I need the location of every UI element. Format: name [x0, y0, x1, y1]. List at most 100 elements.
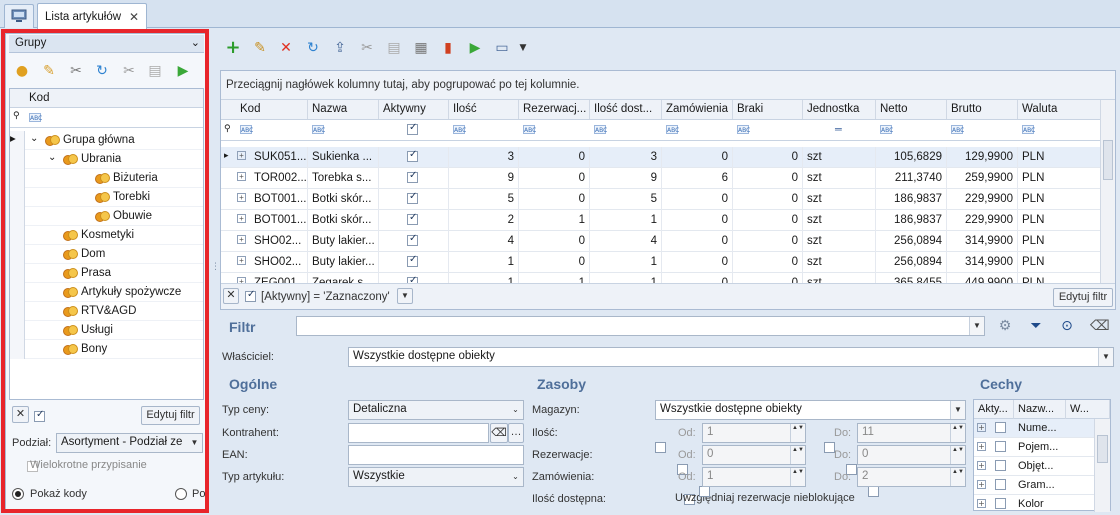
tree-node[interactable]: Dom [10, 245, 203, 264]
tree-node[interactable]: RTV&AGD [10, 302, 203, 321]
active-checkbox[interactable] [407, 212, 418, 225]
column-header[interactable]: Nazwa [308, 100, 379, 119]
cechy-row[interactable]: + Objęt... [974, 457, 1094, 476]
splitter-handle[interactable]: ⋮ [211, 263, 220, 279]
cechy-active-checkbox[interactable] [995, 441, 1006, 452]
range-from-input[interactable]: 1 ▲▼ [702, 423, 806, 443]
spinner-icon[interactable]: ▲▼ [790, 446, 805, 464]
expand-row-icon[interactable]: + [237, 172, 246, 181]
chevron-down-icon[interactable]: ⌄ [30, 133, 38, 144]
spinner-icon[interactable]: ▲▼ [950, 468, 965, 486]
ean-input[interactable] [348, 445, 524, 465]
table-row[interactable]: +BOT001...Botki skór...50500szt186,98372… [221, 189, 1101, 210]
kontrahent-input[interactable] [348, 423, 489, 443]
range-to-input[interactable]: 2 ▲▼ [857, 467, 966, 487]
expand-row-icon[interactable]: + [977, 423, 986, 432]
tree-node[interactable]: Biżuteria [10, 169, 203, 188]
column-header[interactable]: Ilość [449, 100, 519, 119]
table-row[interactable]: +TOR002...Torebka s...90960szt211,374025… [221, 168, 1101, 189]
wlasciciel-select[interactable]: Wszystkie dostępne obiekty ▼ [348, 347, 1114, 367]
pokaz-nazwy-radio[interactable] [175, 488, 187, 500]
paste-icon[interactable]: ▤ [146, 62, 164, 80]
column-header[interactable]: Zamówienia [662, 100, 733, 119]
expand-row-icon[interactable]: + [977, 499, 986, 508]
edit-group-icon[interactable]: ✎ [40, 62, 58, 80]
range-from-input[interactable]: 1 ▲▼ [702, 467, 806, 487]
tab-lista-artykulow[interactable]: Lista artykułów ✕ [37, 3, 147, 29]
expand-row-icon[interactable]: + [237, 151, 246, 160]
tree-node[interactable]: Bony [10, 340, 203, 359]
column-header[interactable]: Ilość dost... [590, 100, 662, 119]
typ-ceny-select[interactable]: Detaliczna ⌄ [348, 400, 524, 420]
vertical-scrollbar[interactable] [1100, 100, 1115, 283]
clear-filter-button[interactable]: ✕ [223, 288, 239, 304]
delete-icon[interactable]: ✕ [277, 39, 295, 57]
range-to-input[interactable]: 11 ▲▼ [857, 423, 966, 443]
chevron-down-icon[interactable]: ▼ [514, 39, 532, 57]
text-filter-icon[interactable]: ABC [737, 125, 750, 134]
equals-icon[interactable]: ═ [835, 123, 842, 136]
tree-node[interactable]: Kosmetyki [10, 226, 203, 245]
column-header[interactable]: Netto [876, 100, 947, 119]
cechy-column-header[interactable]: Akty... [974, 400, 1014, 419]
export-icon[interactable]: ⇪ [331, 39, 349, 57]
active-checkbox[interactable] [407, 233, 418, 246]
cut-icon[interactable]: ✂ [120, 62, 138, 80]
paste-icon[interactable]: ▤ [385, 39, 403, 57]
text-filter-icon[interactable]: ABC [453, 125, 466, 134]
refresh-icon[interactable]: ↻ [304, 39, 322, 57]
expand-row-icon[interactable]: + [237, 193, 246, 202]
cechy-column-header[interactable]: W... [1066, 400, 1110, 419]
cechy-active-checkbox[interactable] [995, 479, 1006, 490]
tree-node[interactable]: ▸ ⌄ Grupa główna [10, 131, 203, 150]
add-group-icon[interactable]: ● [13, 62, 31, 80]
groups-header[interactable]: Grupy ⌄ [9, 35, 204, 53]
gear-icon[interactable]: ⚙ [996, 317, 1014, 335]
column-header[interactable]: Brutto [947, 100, 1018, 119]
cechy-active-checkbox[interactable] [995, 498, 1006, 509]
close-icon[interactable]: ✕ [129, 10, 139, 24]
active-checkbox[interactable] [407, 254, 418, 267]
tree-node[interactable]: Obuwie [10, 207, 203, 226]
tree-node[interactable]: Usługi [10, 321, 203, 340]
range-from-checkbox[interactable] [655, 441, 666, 453]
text-filter-icon[interactable]: ABC [312, 125, 325, 134]
tree-node[interactable]: Artykuły spożywcze [10, 283, 203, 302]
funnel-icon[interactable]: ⏷ [1027, 317, 1045, 335]
add-icon[interactable]: + [224, 39, 242, 57]
tree-node[interactable]: ⌄ Ubrania [10, 150, 203, 169]
edit-filter-button[interactable]: Edytuj filtr [141, 406, 200, 425]
column-header[interactable]: Waluta [1018, 100, 1101, 119]
column-header[interactable]: Braki [733, 100, 803, 119]
active-checkbox[interactable] [407, 149, 418, 162]
text-filter-icon[interactable]: ABC [880, 125, 893, 134]
run-icon[interactable]: ▶ [174, 62, 192, 80]
col-kod[interactable]: Kod [25, 89, 203, 108]
cechy-row[interactable]: + Gram... [974, 476, 1094, 495]
range-from-checkbox[interactable] [699, 485, 710, 497]
filter-expression-input[interactable]: ▼ [296, 316, 985, 336]
text-filter-icon[interactable]: ABC [1022, 125, 1035, 134]
text-filter-icon[interactable]: ABC [523, 125, 536, 134]
expand-row-icon[interactable]: + [977, 480, 986, 489]
cechy-active-checkbox[interactable] [995, 422, 1006, 433]
cechy-row[interactable]: + Kolor [974, 495, 1094, 514]
spinner-icon[interactable]: ▲▼ [790, 468, 805, 486]
table-row[interactable]: +SHO02...Buty lakier...10100szt256,08943… [221, 252, 1101, 273]
cechy-active-checkbox[interactable] [995, 460, 1006, 471]
column-header[interactable]: Kod [236, 100, 308, 119]
eraser-icon[interactable]: ⌫ [1090, 317, 1110, 335]
podzial-select[interactable]: Asortyment - Podział ze ▼ [56, 433, 203, 453]
text-filter-icon[interactable]: ABC [666, 125, 679, 134]
filter-active-checkbox[interactable] [245, 289, 256, 302]
spinner-icon[interactable]: ▲▼ [950, 446, 965, 464]
print-icon[interactable]: ▭ [493, 39, 511, 57]
text-filter-icon[interactable]: ABC [240, 125, 253, 134]
filter-dropdown-button[interactable]: ▼ [397, 288, 413, 304]
range-to-input[interactable]: 0 ▲▼ [857, 445, 966, 465]
filter-checkbox[interactable] [407, 122, 418, 135]
expand-row-icon[interactable]: + [237, 235, 246, 244]
table-row[interactable]: +ZEG001...Zegarek s...11100szt365,845544… [221, 273, 1101, 283]
table-row[interactable]: +BOT001...Botki skór...21100szt186,98372… [221, 210, 1101, 231]
table-row[interactable]: +SHO02...Buty lakier...40400szt256,08943… [221, 231, 1101, 252]
